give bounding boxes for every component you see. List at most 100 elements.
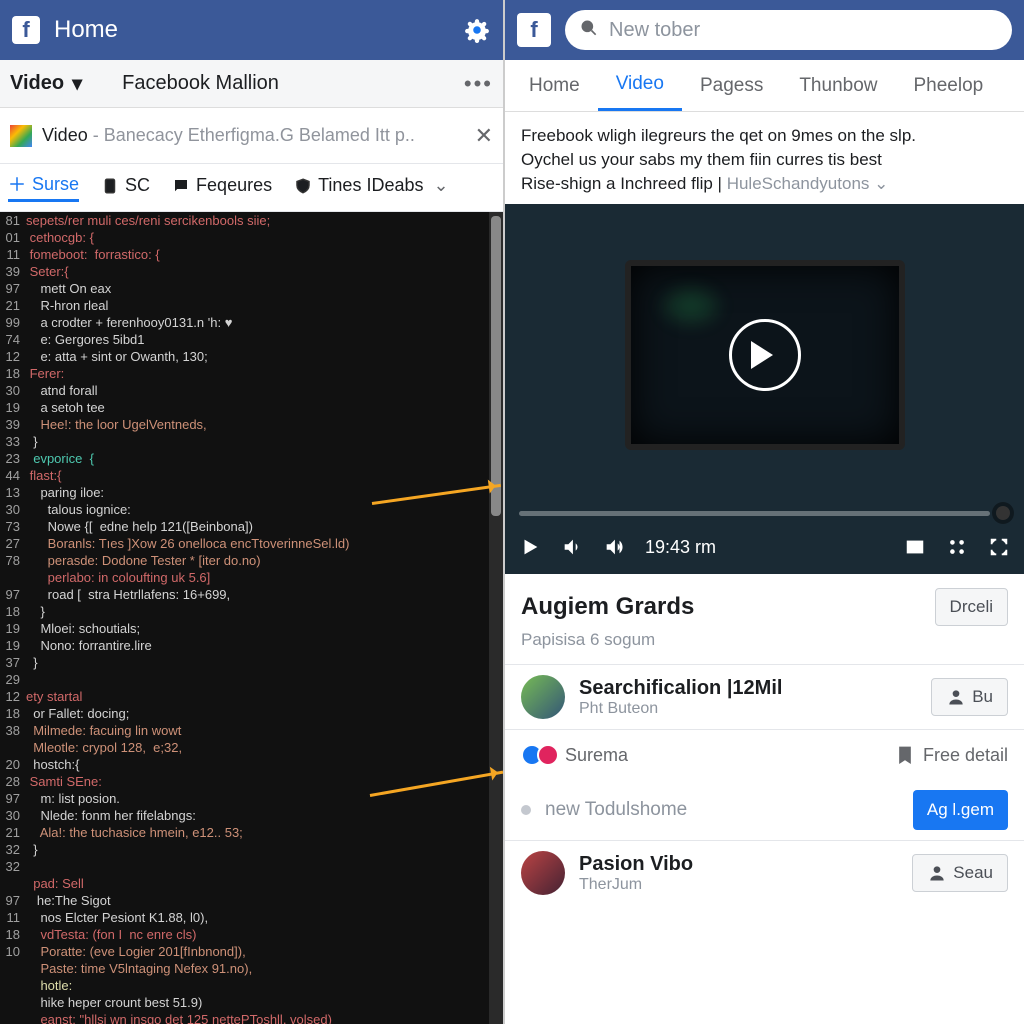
- right-tab-pheelop[interactable]: Pheelop: [896, 60, 1002, 111]
- play-icon[interactable]: [729, 319, 801, 391]
- tabs-more-icon[interactable]: •••: [464, 71, 493, 97]
- related-sub: Pht Buteon: [579, 700, 917, 718]
- channel-action-label: Drceli: [950, 597, 993, 617]
- related-button[interactable]: Seau: [912, 854, 1008, 892]
- user-icon: [927, 863, 947, 883]
- devtools-panel: f Home Video ▾ Facebook Mallion ••• Vide…: [0, 0, 505, 1024]
- right-header: f New tober: [505, 0, 1024, 60]
- facebook-logo-icon[interactable]: f: [517, 13, 551, 47]
- source-icon: [8, 175, 26, 193]
- channel-action-button[interactable]: Drceli: [935, 588, 1008, 626]
- favicon-icon: [10, 125, 32, 147]
- video-controls: 19:43 rm: [505, 520, 1024, 574]
- post-text: Freebook wligh ilegreurs the qet on 9mes…: [505, 112, 1024, 204]
- devtab-feqeures[interactable]: Feqeures: [172, 175, 272, 200]
- reaction-stack[interactable]: [521, 744, 553, 766]
- shield-icon: [294, 177, 312, 195]
- play-button[interactable]: [519, 536, 541, 558]
- related-button-label: Seau: [953, 863, 993, 883]
- devtab-tines-label: Tines IDeabs: [318, 175, 423, 196]
- seekbar-track[interactable]: [519, 511, 990, 516]
- related-info: Pasion Vibo TherJum: [579, 853, 898, 894]
- user-icon: [946, 687, 966, 707]
- volume-icon[interactable]: [603, 536, 625, 558]
- chip-suffix: - Banecacy Etherfigma.G Belamed Itt p..: [93, 125, 415, 145]
- related-button[interactable]: Bu: [931, 678, 1008, 716]
- related-title: Searchificalion |12Mil: [579, 677, 917, 700]
- bookmark-icon: [895, 745, 915, 765]
- chat-icon: [172, 177, 190, 195]
- code-text: sepets/rer muli ces/reni sercikenbools s…: [26, 212, 487, 1024]
- left-header: f Home: [0, 0, 503, 60]
- devtab-surse-label: Surse: [32, 174, 79, 195]
- device-icon: [101, 177, 119, 195]
- left-tabs: Video ▾ Facebook Mallion •••: [0, 60, 503, 108]
- love-icon: [537, 744, 559, 766]
- volume-icon[interactable]: [561, 536, 583, 558]
- related-sub: TherJum: [579, 876, 898, 894]
- tab-video-label: Video: [10, 72, 64, 95]
- code-scrollbar[interactable]: [489, 212, 503, 1024]
- new-row: new Todulshome Ag l.gem: [505, 780, 1024, 840]
- right-tab-video[interactable]: Video: [598, 60, 682, 111]
- search-placeholder: New tober: [609, 19, 700, 42]
- channel-subtitle: Papisisa 6 sogum: [505, 630, 1024, 664]
- tab-video[interactable]: Video ▾: [10, 71, 82, 96]
- related-title: Pasion Vibo: [579, 853, 898, 876]
- right-tabs: HomeVideoPagessThunbowPheelop: [505, 60, 1024, 112]
- search-input[interactable]: New tober: [565, 10, 1012, 50]
- reactions-label[interactable]: Surema: [565, 745, 883, 766]
- gear-icon[interactable]: [463, 16, 491, 44]
- chip-text: Video - Banecacy Etherfigma.G Belamed It…: [42, 125, 475, 146]
- seekbar-knob[interactable]: [996, 506, 1010, 520]
- code-gutter: 81 01 11 39 97 21 99 74 12 18 30 19 39 3…: [0, 212, 24, 960]
- free-detail-button[interactable]: Free detail: [895, 745, 1008, 766]
- left-search-chip[interactable]: Video - Banecacy Etherfigma.G Belamed It…: [0, 108, 503, 164]
- video-frame[interactable]: [505, 204, 1024, 506]
- reactions-row: Surema Free detail: [505, 729, 1024, 780]
- fullscreen-icon[interactable]: [988, 536, 1010, 558]
- new-row-label: new Todulshome: [545, 799, 687, 821]
- related-info: Searchificalion |12Mil Pht Buteon: [579, 677, 917, 718]
- devtools-tabs: Surse SC Feqeures Tines IDeabs ⌄: [0, 164, 503, 212]
- right-tab-pagess[interactable]: Pagess: [682, 60, 781, 111]
- related-button-label: Bu: [972, 687, 993, 707]
- tab-facebook-mallion[interactable]: Facebook Mallion: [122, 72, 464, 95]
- post-line-2: Oychel us your sabs my them fiin curres …: [521, 148, 1008, 172]
- devtab-feqeures-label: Feqeures: [196, 175, 272, 196]
- chevron-down-icon: ⌄: [433, 175, 448, 196]
- chevron-down-icon[interactable]: ⌄: [874, 174, 888, 193]
- related-item[interactable]: Pasion Vibo TherJum Seau: [505, 840, 1024, 905]
- facebook-panel: f New tober HomeVideoPagessThunbowPheelo…: [505, 0, 1024, 1024]
- channel-name[interactable]: Augiem Grards: [521, 593, 921, 621]
- right-content: Freebook wligh ilegreurs the qet on 9mes…: [505, 112, 1024, 1024]
- devtab-surse[interactable]: Surse: [8, 174, 79, 202]
- avatar: [521, 851, 565, 895]
- code-editor[interactable]: 81 01 11 39 97 21 99 74 12 18 30 19 39 3…: [0, 212, 503, 1024]
- search-icon: [579, 18, 599, 43]
- related-item[interactable]: Searchificalion |12Mil Pht Buteon Bu: [505, 664, 1024, 729]
- right-tab-home[interactable]: Home: [511, 60, 598, 111]
- channel-header: Augiem Grards Drceli: [505, 574, 1024, 630]
- free-detail-label: Free detail: [923, 745, 1008, 766]
- post-line-1: Freebook wligh ilegreurs the qet on 9mes…: [521, 124, 1008, 148]
- right-tab-thunbow[interactable]: Thunbow: [781, 60, 895, 111]
- devtab-tines[interactable]: Tines IDeabs ⌄: [294, 175, 448, 200]
- status-dot-icon: [521, 805, 531, 815]
- chip-prefix: Video: [42, 125, 88, 145]
- post-source[interactable]: HuleSchandyutons: [727, 174, 870, 193]
- grid-icon[interactable]: [946, 536, 968, 558]
- post-line-3: Rise-shign a Inchreed flip | HuleSchandy…: [521, 172, 1008, 196]
- close-icon[interactable]: ✕: [475, 123, 493, 149]
- devtab-sc[interactable]: SC: [101, 175, 150, 200]
- video-player[interactable]: 19:43 rm: [505, 204, 1024, 574]
- scrollbar-thumb[interactable]: [491, 216, 501, 516]
- facebook-logo-icon[interactable]: f: [12, 16, 40, 44]
- video-seekbar[interactable]: [505, 506, 1024, 520]
- chevron-down-icon: ▾: [72, 71, 82, 96]
- new-row-button[interactable]: Ag l.gem: [913, 790, 1008, 830]
- theater-icon[interactable]: [904, 536, 926, 558]
- avatar: [521, 675, 565, 719]
- left-header-title[interactable]: Home: [54, 16, 463, 44]
- post-line-3a: Rise-shign a Inchreed flip |: [521, 174, 727, 193]
